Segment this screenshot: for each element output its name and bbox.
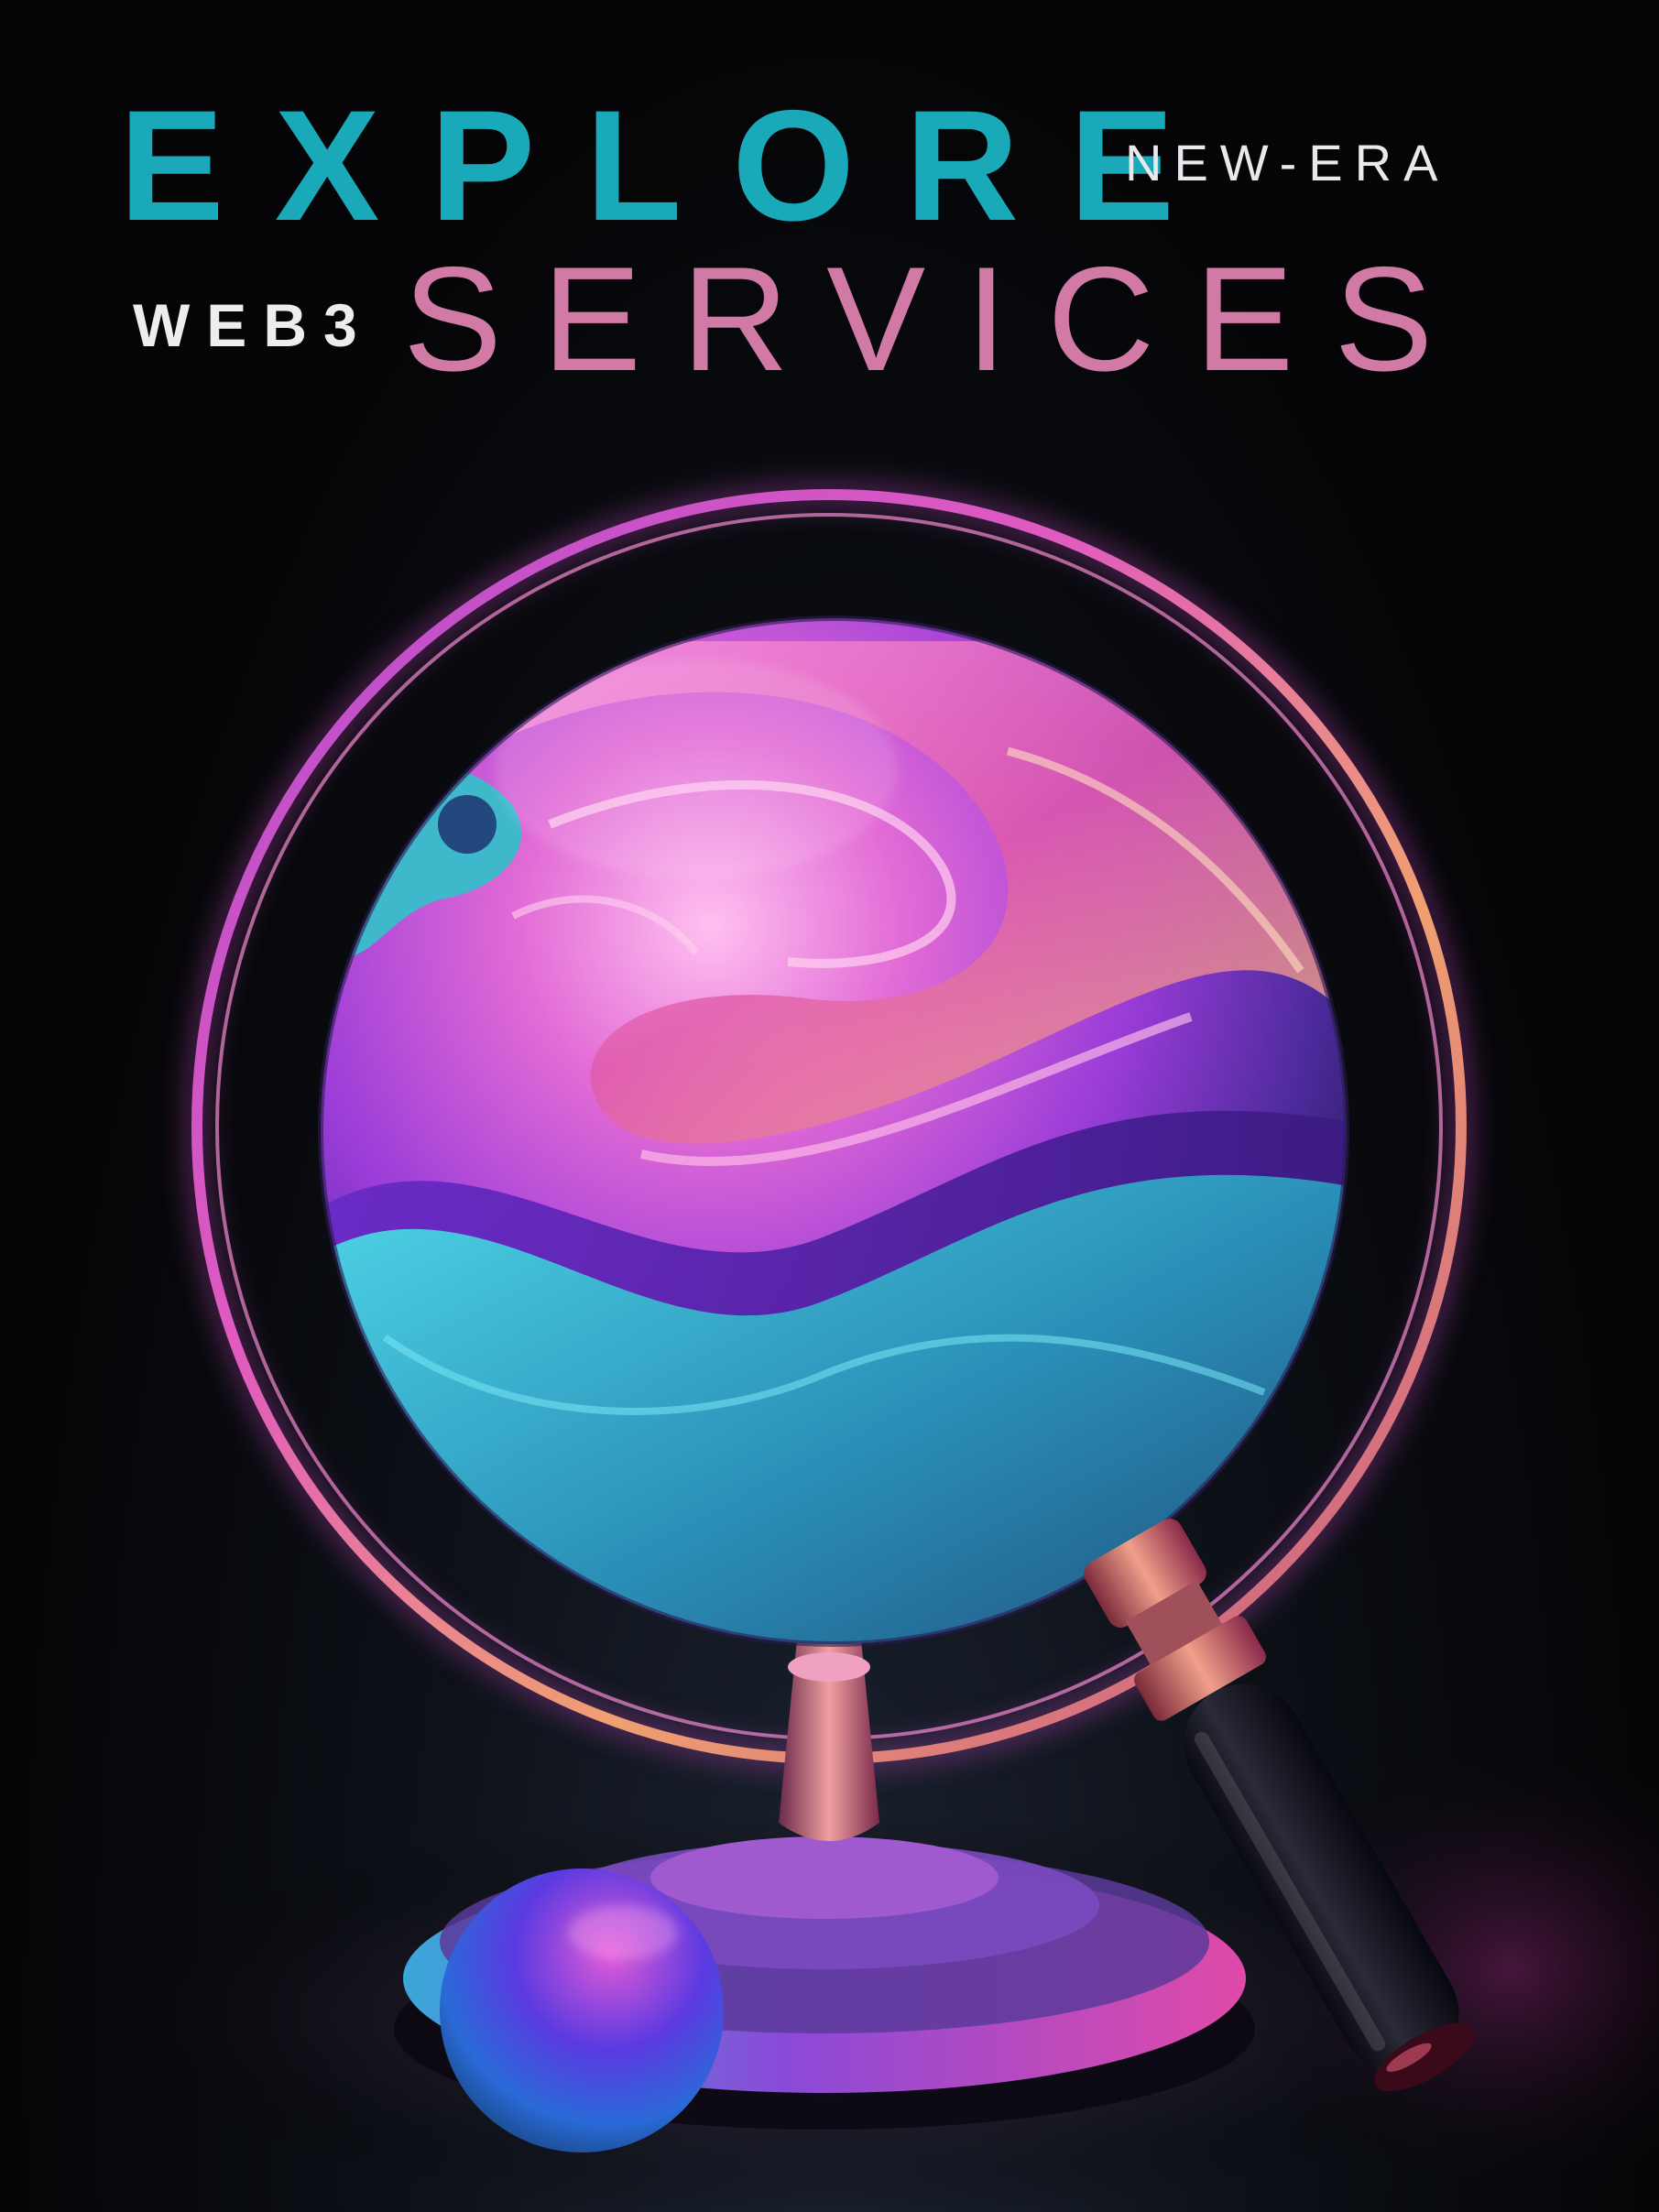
headline-services: SERVICES (403, 236, 1474, 402)
small-sphere-highlight (568, 1905, 678, 1960)
globe-base-tier3 (650, 1836, 999, 1919)
globe-stem-collar (788, 1652, 870, 1682)
small-sphere (440, 1869, 724, 2152)
headline-new-era: NEW-ERA (1125, 134, 1450, 191)
globe-illustration (73, 481, 1659, 2212)
poster: EXPLORE NEW-ERA WEB3 SERVICES (0, 0, 1659, 2212)
headline: EXPLORE NEW-ERA WEB3 SERVICES (0, 0, 1659, 421)
headline-explore: EXPLORE (119, 78, 1225, 254)
headline-web3: WEB3 (133, 291, 374, 359)
